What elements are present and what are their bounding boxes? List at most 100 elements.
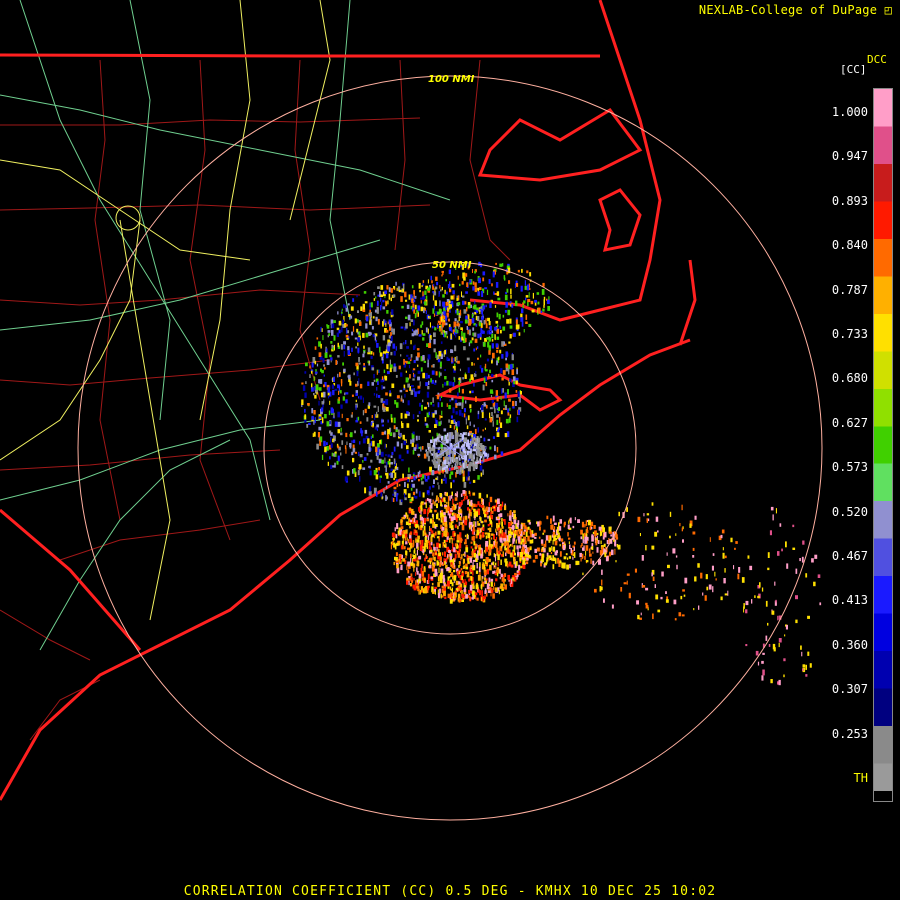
- echo-pixel: [604, 552, 607, 558]
- echo-pixel: [469, 433, 473, 436]
- echo-pixel: [399, 530, 402, 535]
- echo-pixel: [420, 509, 422, 515]
- echo-pixel: [441, 270, 444, 273]
- echo-pixel: [485, 541, 489, 547]
- echo-pixel: [443, 552, 446, 557]
- echo-pixel: [444, 382, 447, 386]
- echo-pixel: [323, 374, 325, 377]
- echo-pixel: [449, 474, 452, 480]
- echo-pixel: [453, 294, 455, 300]
- echo-pixel: [499, 568, 501, 574]
- echo-pixel: [362, 438, 366, 444]
- echo-pixel: [817, 574, 821, 578]
- echo-pixel: [405, 323, 408, 329]
- echo-pixel: [450, 287, 452, 289]
- echo-pixel: [548, 558, 550, 561]
- echo-pixel: [491, 537, 493, 540]
- echo-pixel: [424, 307, 426, 312]
- echo-pixel: [344, 392, 346, 396]
- echo-pixel: [410, 340, 412, 345]
- echo-pixel: [484, 513, 487, 518]
- echo-pixel: [495, 562, 497, 566]
- echo-pixel: [435, 276, 438, 281]
- echo-pixel: [479, 435, 482, 438]
- echo-pixel: [331, 330, 334, 336]
- echo-pixel: [355, 399, 357, 403]
- echo-pixel: [413, 319, 415, 326]
- echo-pixel: [416, 348, 420, 351]
- echo-pixel: [334, 421, 338, 427]
- echo-pixel: [427, 577, 430, 584]
- echo-pixel: [628, 592, 631, 599]
- echo-pixel: [501, 518, 503, 522]
- echo-pixel: [417, 370, 421, 374]
- echo-pixel: [508, 341, 511, 344]
- echo-pixel: [383, 351, 386, 354]
- legend-label: 0.360: [831, 637, 868, 652]
- echo-pixel: [510, 294, 512, 299]
- echo-pixel: [393, 446, 396, 452]
- echo-pixel: [390, 462, 393, 465]
- echo-pixel: [483, 321, 486, 325]
- echo-pixel: [332, 347, 335, 351]
- echo-pixel: [455, 334, 457, 338]
- echo-pixel: [351, 331, 354, 336]
- echo-pixel: [484, 588, 487, 593]
- echo-pixel: [326, 324, 328, 327]
- echo-pixel: [419, 381, 421, 387]
- echo-pixel: [679, 523, 681, 527]
- echo-pixel: [471, 337, 474, 341]
- echo-pixel: [437, 549, 440, 553]
- echo-pixel: [543, 299, 545, 306]
- echo-pixel: [495, 557, 496, 562]
- echo-pixel: [433, 382, 437, 385]
- echo-pixel: [327, 330, 331, 333]
- echo-pixel: [458, 501, 462, 507]
- echo-pixel: [396, 395, 400, 399]
- echo-pixel: [594, 588, 597, 593]
- echo-pixel: [405, 340, 407, 345]
- echo-pixel: [464, 408, 466, 413]
- echo-pixel: [496, 432, 500, 437]
- echo-pixel: [772, 514, 774, 521]
- echo-pixel: [427, 279, 429, 284]
- echo-pixel: [347, 350, 350, 355]
- legend-label: 0.467: [831, 549, 868, 563]
- echo-pixel: [478, 449, 481, 454]
- echo-pixel: [427, 585, 430, 591]
- echo-pixel: [581, 553, 584, 559]
- echo-pixel: [468, 513, 470, 519]
- echo-pixel: [347, 303, 350, 306]
- echo-pixel: [403, 388, 405, 391]
- echo-pixel: [386, 285, 389, 290]
- echo-pixel: [313, 376, 315, 382]
- echo-pixel: [501, 521, 503, 527]
- echo-pixel: [321, 328, 323, 332]
- echo-pixel: [481, 412, 484, 418]
- echo-pixel: [517, 391, 520, 398]
- echo-pixel: [477, 291, 481, 296]
- echo-pixel: [508, 280, 511, 284]
- echo-pixel: [468, 476, 470, 481]
- echo-pixel: [669, 511, 672, 517]
- echo-pixel: [341, 308, 343, 311]
- echo-pixel: [455, 411, 458, 415]
- echo-pixel: [525, 297, 527, 301]
- echo-pixel: [513, 510, 516, 514]
- echo-pixel: [489, 446, 492, 450]
- echo-pixel: [666, 552, 668, 556]
- echo-pixel: [654, 531, 658, 537]
- echo-pixel: [405, 316, 408, 319]
- echo-pixel: [386, 434, 390, 440]
- echo-pixel: [417, 585, 420, 592]
- echo-pixel: [353, 468, 356, 474]
- echo-pixel: [417, 352, 420, 358]
- echo-pixel: [461, 291, 462, 297]
- echo-pixel: [364, 487, 367, 494]
- echo-pixel: [589, 553, 592, 557]
- echo-pixel: [438, 294, 440, 297]
- echo-pixel: [436, 281, 439, 286]
- echo-pixel: [464, 437, 468, 442]
- echo-pixel: [410, 439, 412, 444]
- echo-pixel: [379, 477, 381, 483]
